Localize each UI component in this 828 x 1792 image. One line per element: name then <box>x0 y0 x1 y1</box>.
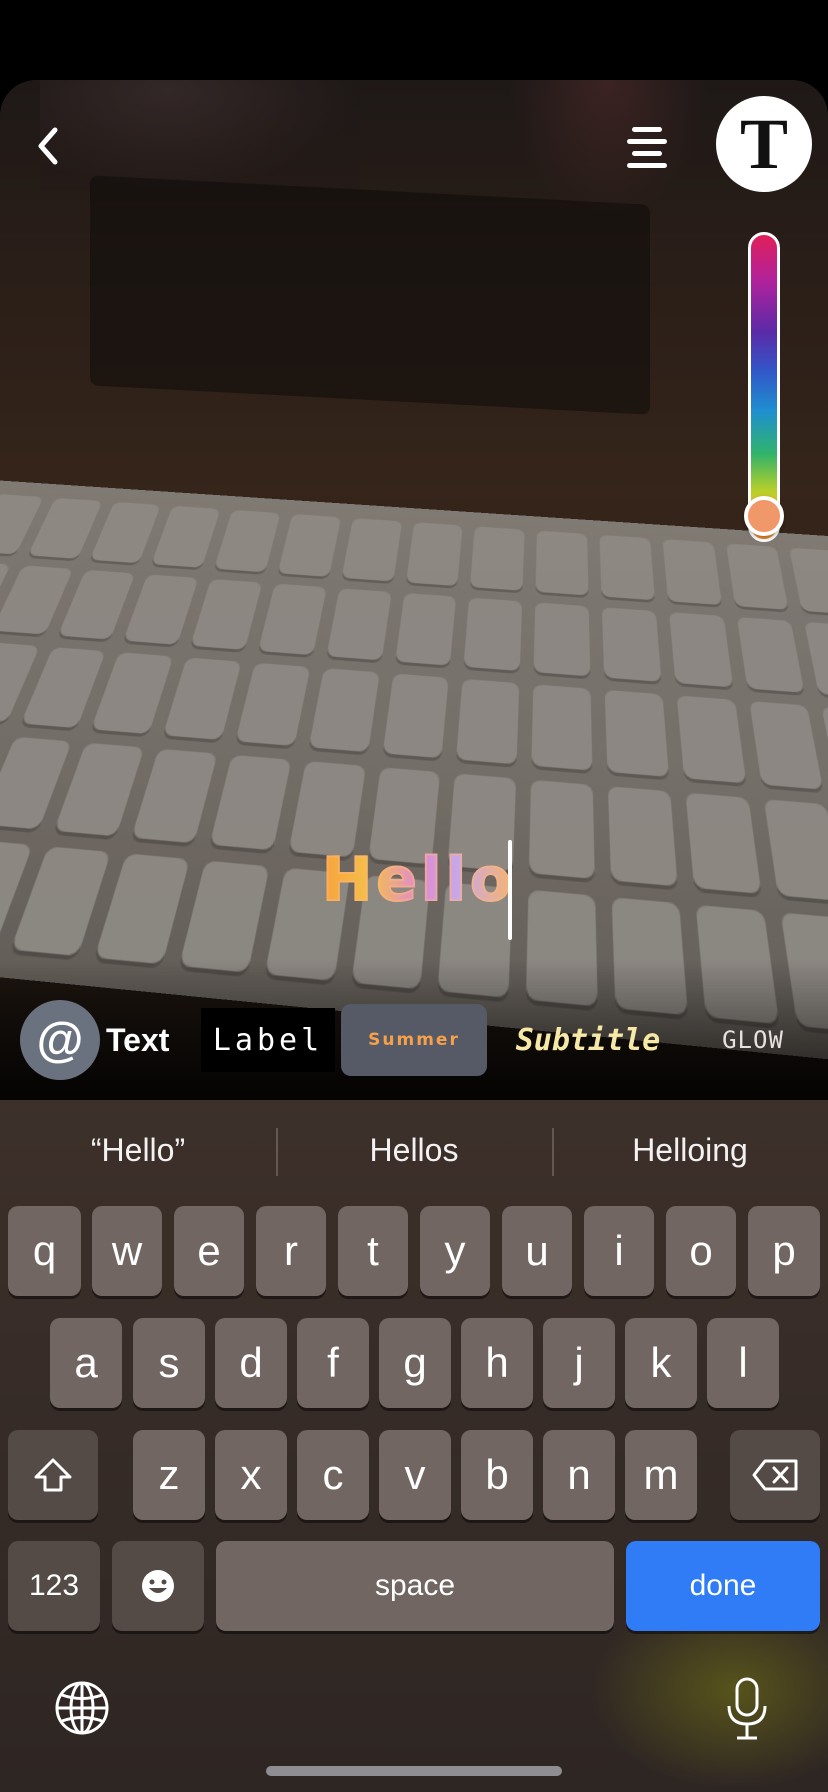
font-button[interactable]: T <box>716 96 812 192</box>
microphone-icon <box>727 1677 767 1740</box>
style-summer[interactable]: Summer <box>341 1004 487 1076</box>
key-f[interactable]: f <box>297 1318 369 1408</box>
key-w[interactable]: w <box>92 1206 162 1296</box>
key-t[interactable]: t <box>338 1206 408 1296</box>
key-v[interactable]: v <box>379 1430 451 1520</box>
key-o[interactable]: o <box>666 1206 736 1296</box>
shift-key[interactable] <box>8 1430 98 1520</box>
dictation-button[interactable] <box>724 1676 770 1742</box>
shift-icon <box>34 1458 72 1492</box>
key-u[interactable]: u <box>502 1206 572 1296</box>
back-button[interactable] <box>26 116 70 176</box>
color-slider-knob[interactable] <box>744 496 784 536</box>
text-cursor <box>508 840 512 940</box>
done-button[interactable]: done <box>626 1541 820 1631</box>
key-z[interactable]: z <box>133 1430 205 1520</box>
globe-icon <box>55 1681 109 1735</box>
key-d[interactable]: d <box>215 1318 287 1408</box>
camera-preview <box>0 80 828 1100</box>
home-indicator <box>266 1766 562 1776</box>
key-x[interactable]: x <box>215 1430 287 1520</box>
space-key[interactable]: space <box>216 1541 614 1631</box>
numbers-key[interactable]: 123 <box>8 1541 100 1631</box>
emoji-icon <box>142 1570 174 1602</box>
key-y[interactable]: y <box>420 1206 490 1296</box>
backspace-icon <box>752 1459 798 1491</box>
key-g[interactable]: g <box>379 1318 451 1408</box>
mention-button[interactable]: @ <box>20 1000 100 1080</box>
text-align-button[interactable] <box>622 122 672 172</box>
style-subtitle[interactable]: Subtitle <box>508 1008 668 1072</box>
key-b[interactable]: b <box>461 1430 533 1520</box>
system-keyboard: “Hello” Hellos Helloing q w e r t y u i … <box>0 1100 828 1792</box>
text-align-center-icon <box>632 126 662 132</box>
key-l[interactable]: l <box>707 1318 779 1408</box>
key-h[interactable]: h <box>461 1318 533 1408</box>
key-m[interactable]: m <box>625 1430 697 1520</box>
style-label[interactable]: Label <box>201 1008 335 1072</box>
key-a[interactable]: a <box>50 1318 122 1408</box>
autocomplete-bar: “Hello” Hellos Helloing <box>0 1100 828 1200</box>
globe-button[interactable] <box>54 1680 110 1736</box>
key-i[interactable]: i <box>584 1206 654 1296</box>
key-r[interactable]: r <box>256 1206 326 1296</box>
style-glow[interactable]: GLOW <box>718 1008 788 1072</box>
key-s[interactable]: s <box>133 1318 205 1408</box>
suggestion-item[interactable]: “Hello” <box>0 1100 276 1200</box>
emoji-key[interactable] <box>112 1541 204 1631</box>
key-e[interactable]: e <box>174 1206 244 1296</box>
key-p[interactable]: p <box>748 1206 820 1296</box>
key-j[interactable]: j <box>543 1318 615 1408</box>
key-q[interactable]: q <box>8 1206 81 1296</box>
key-c[interactable]: c <box>297 1430 369 1520</box>
text-style-bar: @ Text Label Summer Subtitle GLOW <box>0 1000 828 1100</box>
suggestion-item[interactable]: Helloing <box>552 1100 828 1200</box>
suggestion-item[interactable]: Hellos <box>276 1100 552 1200</box>
chevron-left-icon <box>38 127 58 165</box>
key-k[interactable]: k <box>625 1318 697 1408</box>
backspace-key[interactable] <box>730 1430 820 1520</box>
text-input[interactable]: Hello <box>321 849 515 911</box>
key-n[interactable]: n <box>543 1430 615 1520</box>
style-text[interactable]: Text <box>106 1008 186 1072</box>
